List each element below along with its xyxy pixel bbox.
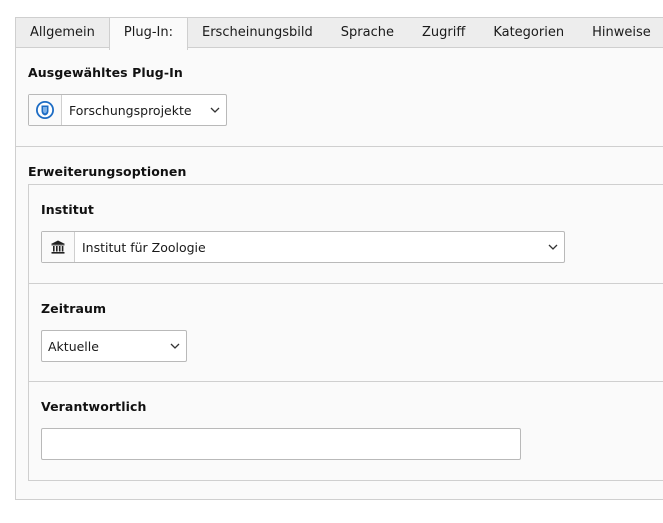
institut-section: Institut Institut für Zoologie	[29, 185, 663, 284]
zeitraum-section: Zeitraum Aktuelle	[29, 284, 663, 382]
zeitraum-select[interactable]: Aktuelle	[41, 330, 187, 362]
plugin-label: Ausgewähltes Plug-In	[28, 65, 183, 80]
tab-panel-plug-in: Ausgewähltes Plug-In Forschungsprojekte …	[15, 47, 663, 500]
tab-hinweise[interactable]: Hinweise	[578, 18, 663, 49]
chevron-down-icon	[542, 244, 564, 250]
tab-erscheinungsbild[interactable]: Erscheinungsbild	[188, 18, 327, 49]
tab-kategorien[interactable]: Kategorien	[479, 18, 578, 49]
chevron-down-icon	[204, 107, 226, 113]
tab-allgemein[interactable]: Allgemein	[16, 18, 109, 49]
tab-plug-in[interactable]: Plug-In:	[108, 18, 188, 50]
tab-bar: Allgemein Plug-In: Erscheinungsbild Spra…	[15, 17, 663, 50]
tab-zugriff[interactable]: Zugriff	[408, 18, 479, 49]
panel-bottom-spacer	[16, 481, 663, 499]
zeitraum-select-value: Aktuelle	[48, 338, 99, 354]
extension-title: Erweiterungsoptionen	[28, 164, 187, 179]
zeitraum-label: Zeitraum	[41, 301, 107, 316]
verantwortlich-input[interactable]	[41, 428, 521, 460]
plugin-form: Allgemein Plug-In: Erscheinungsbild Spra…	[15, 17, 663, 500]
institution-building-icon	[42, 232, 75, 262]
verantwortlich-label: Verantwortlich	[41, 399, 147, 414]
plugin-select[interactable]: Forschungsprojekte	[28, 94, 227, 126]
plugin-section: Ausgewähltes Plug-In Forschungsprojekte	[16, 48, 663, 147]
verantwortlich-section: Verantwortlich	[29, 382, 663, 480]
chevron-down-icon	[164, 343, 186, 349]
institut-select[interactable]: Institut für Zoologie	[41, 231, 565, 263]
plugin-shield-icon	[29, 95, 62, 125]
extension-options-box: Institut Institut für Zoologie Zeitraum …	[28, 184, 663, 481]
tab-sprache[interactable]: Sprache	[327, 18, 408, 49]
institut-label: Institut	[41, 202, 94, 217]
plugin-select-value: Forschungsprojekte	[69, 102, 192, 118]
institut-select-value: Institut für Zoologie	[82, 239, 206, 255]
